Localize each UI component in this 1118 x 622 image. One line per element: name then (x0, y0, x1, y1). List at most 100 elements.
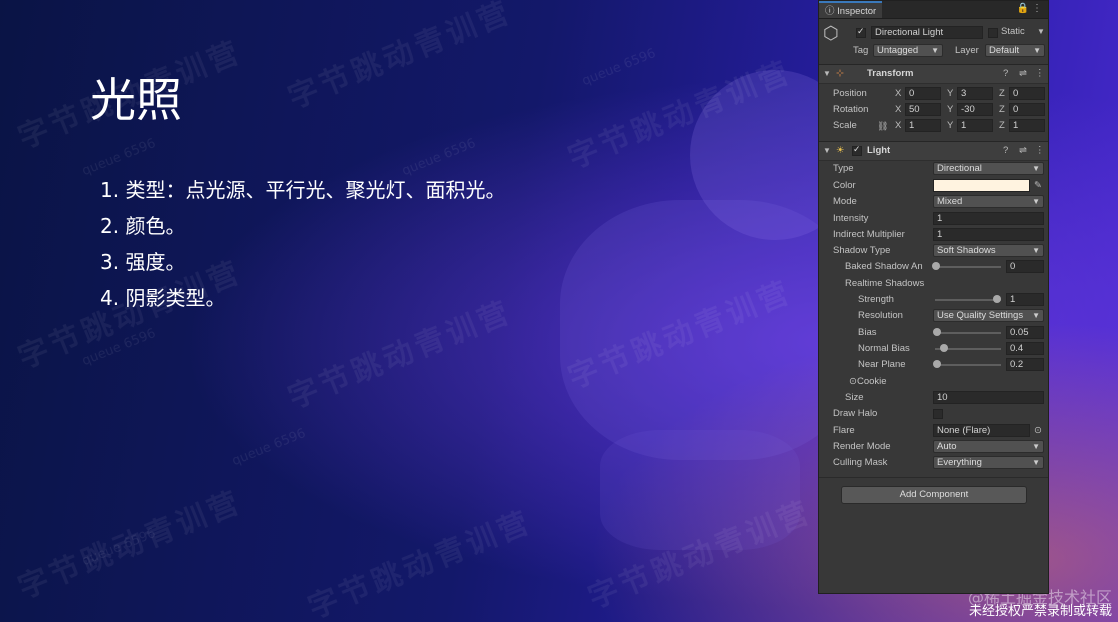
draw-halo-checkbox[interactable] (933, 409, 943, 419)
scale-label: Scale (833, 120, 857, 131)
preset-icon[interactable]: ⇌ (1019, 65, 1027, 83)
type-label: Type (833, 163, 854, 174)
size-row: Size 10 (819, 390, 1048, 406)
preset-icon[interactable]: ⇌ (1019, 142, 1027, 160)
static-label: Static (1001, 26, 1025, 37)
mode-dropdown[interactable]: Mixed ▼ (933, 195, 1044, 208)
bias-input[interactable]: 0.05 (1006, 326, 1044, 339)
cube-icon: ⬡ (823, 23, 839, 43)
foldout-arrow-icon[interactable]: ▼ (823, 142, 831, 160)
baked-input[interactable]: 0 (1006, 260, 1044, 273)
watermark: 字节跳动青训营 (283, 0, 518, 117)
light-header[interactable]: ▼ ☀ Light ? ⇌ ⋮ (819, 141, 1048, 161)
draw-halo-label: Draw Halo (833, 408, 878, 419)
type-dropdown[interactable]: Directional ▼ (933, 162, 1044, 175)
normal-bias-row: Normal Bias 0.4 (819, 341, 1048, 357)
baked-slider-track[interactable] (935, 266, 1001, 268)
active-checkbox[interactable] (856, 26, 866, 38)
static-checkbox[interactable] (988, 28, 998, 38)
flare-object-field[interactable]: None (Flare) (933, 424, 1030, 437)
resolution-dropdown[interactable]: Use Quality Settings ▼ (933, 309, 1044, 322)
mode-label: Mode (833, 196, 857, 207)
flare-label: Flare (833, 425, 855, 436)
object-name-input[interactable]: Directional Light (871, 26, 983, 39)
strength-slider-knob[interactable] (993, 295, 1001, 303)
list-item: 3. 强度。 (100, 250, 186, 274)
copyright-note: 未经授权严禁录制或转载 (968, 604, 1112, 619)
indirect-input[interactable]: 1 (933, 228, 1044, 241)
light-enabled-checkbox[interactable] (852, 144, 862, 156)
culling-value: Everything (937, 457, 982, 468)
y-axis-label: Y (947, 88, 954, 99)
bias-slider-track[interactable] (935, 332, 1001, 334)
rotation-z-input[interactable]: 0 (1009, 103, 1045, 116)
kebab-menu-icon[interactable]: ⋮ (1032, 3, 1042, 14)
static-dropdown-icon[interactable]: ▼ (1037, 24, 1045, 40)
rotation-label: Rotation (833, 104, 869, 115)
resolution-value: Use Quality Settings (937, 310, 1024, 321)
slide-title: 光照 (90, 73, 182, 127)
link-icon[interactable]: ⛓ (877, 118, 888, 134)
intensity-label: Intensity (833, 213, 869, 224)
y-axis-label: Y (947, 120, 954, 131)
tab-label: Inspector (837, 6, 877, 17)
chevron-down-icon: ▼ (1032, 442, 1040, 451)
add-component-button[interactable]: Add Component (841, 486, 1027, 504)
strength-input[interactable]: 1 (1006, 293, 1044, 306)
help-icon[interactable]: ? (1003, 142, 1008, 160)
info-icon: ⓘ (825, 6, 838, 17)
tag-dropdown[interactable]: Untagged ▼ (873, 44, 943, 57)
component-menu-icon[interactable]: ⋮ (1035, 65, 1045, 83)
strength-slider-track[interactable] (935, 299, 1001, 301)
near-plane-input[interactable]: 0.2 (1006, 358, 1044, 371)
culling-dropdown[interactable]: Everything ▼ (933, 456, 1044, 469)
baked-slider-knob[interactable] (932, 262, 940, 270)
watermark-small: queue 6596 (230, 425, 308, 470)
object-picker-icon[interactable]: ⊙ (1034, 423, 1042, 439)
intensity-input[interactable]: 1 (933, 212, 1044, 225)
near-plane-label: Near Plane (858, 359, 906, 370)
bias-slider-knob[interactable] (933, 328, 941, 336)
chevron-down-icon: ▼ (1032, 311, 1040, 320)
normal-bias-slider-knob[interactable] (940, 344, 948, 352)
eyedropper-icon[interactable]: ✎ (1034, 178, 1042, 194)
normal-bias-label: Normal Bias (858, 343, 910, 354)
z-axis-label: Z (999, 104, 1005, 115)
layer-dropdown[interactable]: Default ▼ (985, 44, 1045, 57)
inspector-panel: ⓘ Inspector 🔒 ⋮ ⬡ Directional Light Stat… (818, 0, 1049, 594)
x-axis-label: X (895, 88, 902, 99)
shadow-type-dropdown[interactable]: Soft Shadows ▼ (933, 244, 1044, 257)
scale-z-input[interactable]: 1 (1009, 119, 1045, 132)
near-plane-slider-knob[interactable] (933, 360, 941, 368)
help-icon[interactable]: ? (1003, 65, 1008, 83)
component-menu-icon[interactable]: ⋮ (1035, 142, 1045, 160)
z-axis-label: Z (999, 120, 1005, 131)
size-input[interactable]: 10 (933, 391, 1044, 404)
tab-inspector[interactable]: ⓘ Inspector (819, 1, 883, 18)
type-value: Directional (937, 163, 982, 174)
mode-row: Mode Mixed ▼ (819, 194, 1048, 210)
foldout-arrow-icon[interactable]: ▼ (823, 65, 831, 83)
watermark: 字节跳动青训营 (303, 504, 538, 622)
indirect-row: Indirect Multiplier 1 (819, 227, 1048, 243)
scale-x-input[interactable]: 1 (905, 119, 941, 132)
lock-icon[interactable]: 🔒 (1017, 3, 1029, 14)
divider (819, 477, 1048, 478)
normal-bias-input[interactable]: 0.4 (1006, 342, 1044, 355)
render-mode-label: Render Mode (833, 441, 891, 452)
near-plane-slider-track[interactable] (935, 364, 1001, 366)
scale-y-input[interactable]: 1 (957, 119, 993, 132)
transform-header[interactable]: ▼ ⊹ Transform ? ⇌ ⋮ (819, 64, 1048, 84)
rotation-x-input[interactable]: 50 (905, 103, 941, 116)
render-mode-dropdown[interactable]: Auto ▼ (933, 440, 1044, 453)
bias-label: Bias (858, 327, 877, 338)
position-z-input[interactable]: 0 (1009, 87, 1045, 100)
position-y-input[interactable]: 3 (957, 87, 993, 100)
position-x-input[interactable]: 0 (905, 87, 941, 100)
render-mode-value: Auto (937, 441, 957, 452)
rotation-y-input[interactable]: -30 (957, 103, 993, 116)
transform-title: Transform (867, 68, 914, 79)
cookie-foldout[interactable]: ⊙Cookie (849, 374, 887, 390)
color-swatch[interactable] (933, 179, 1030, 192)
mode-value: Mixed (937, 196, 963, 207)
